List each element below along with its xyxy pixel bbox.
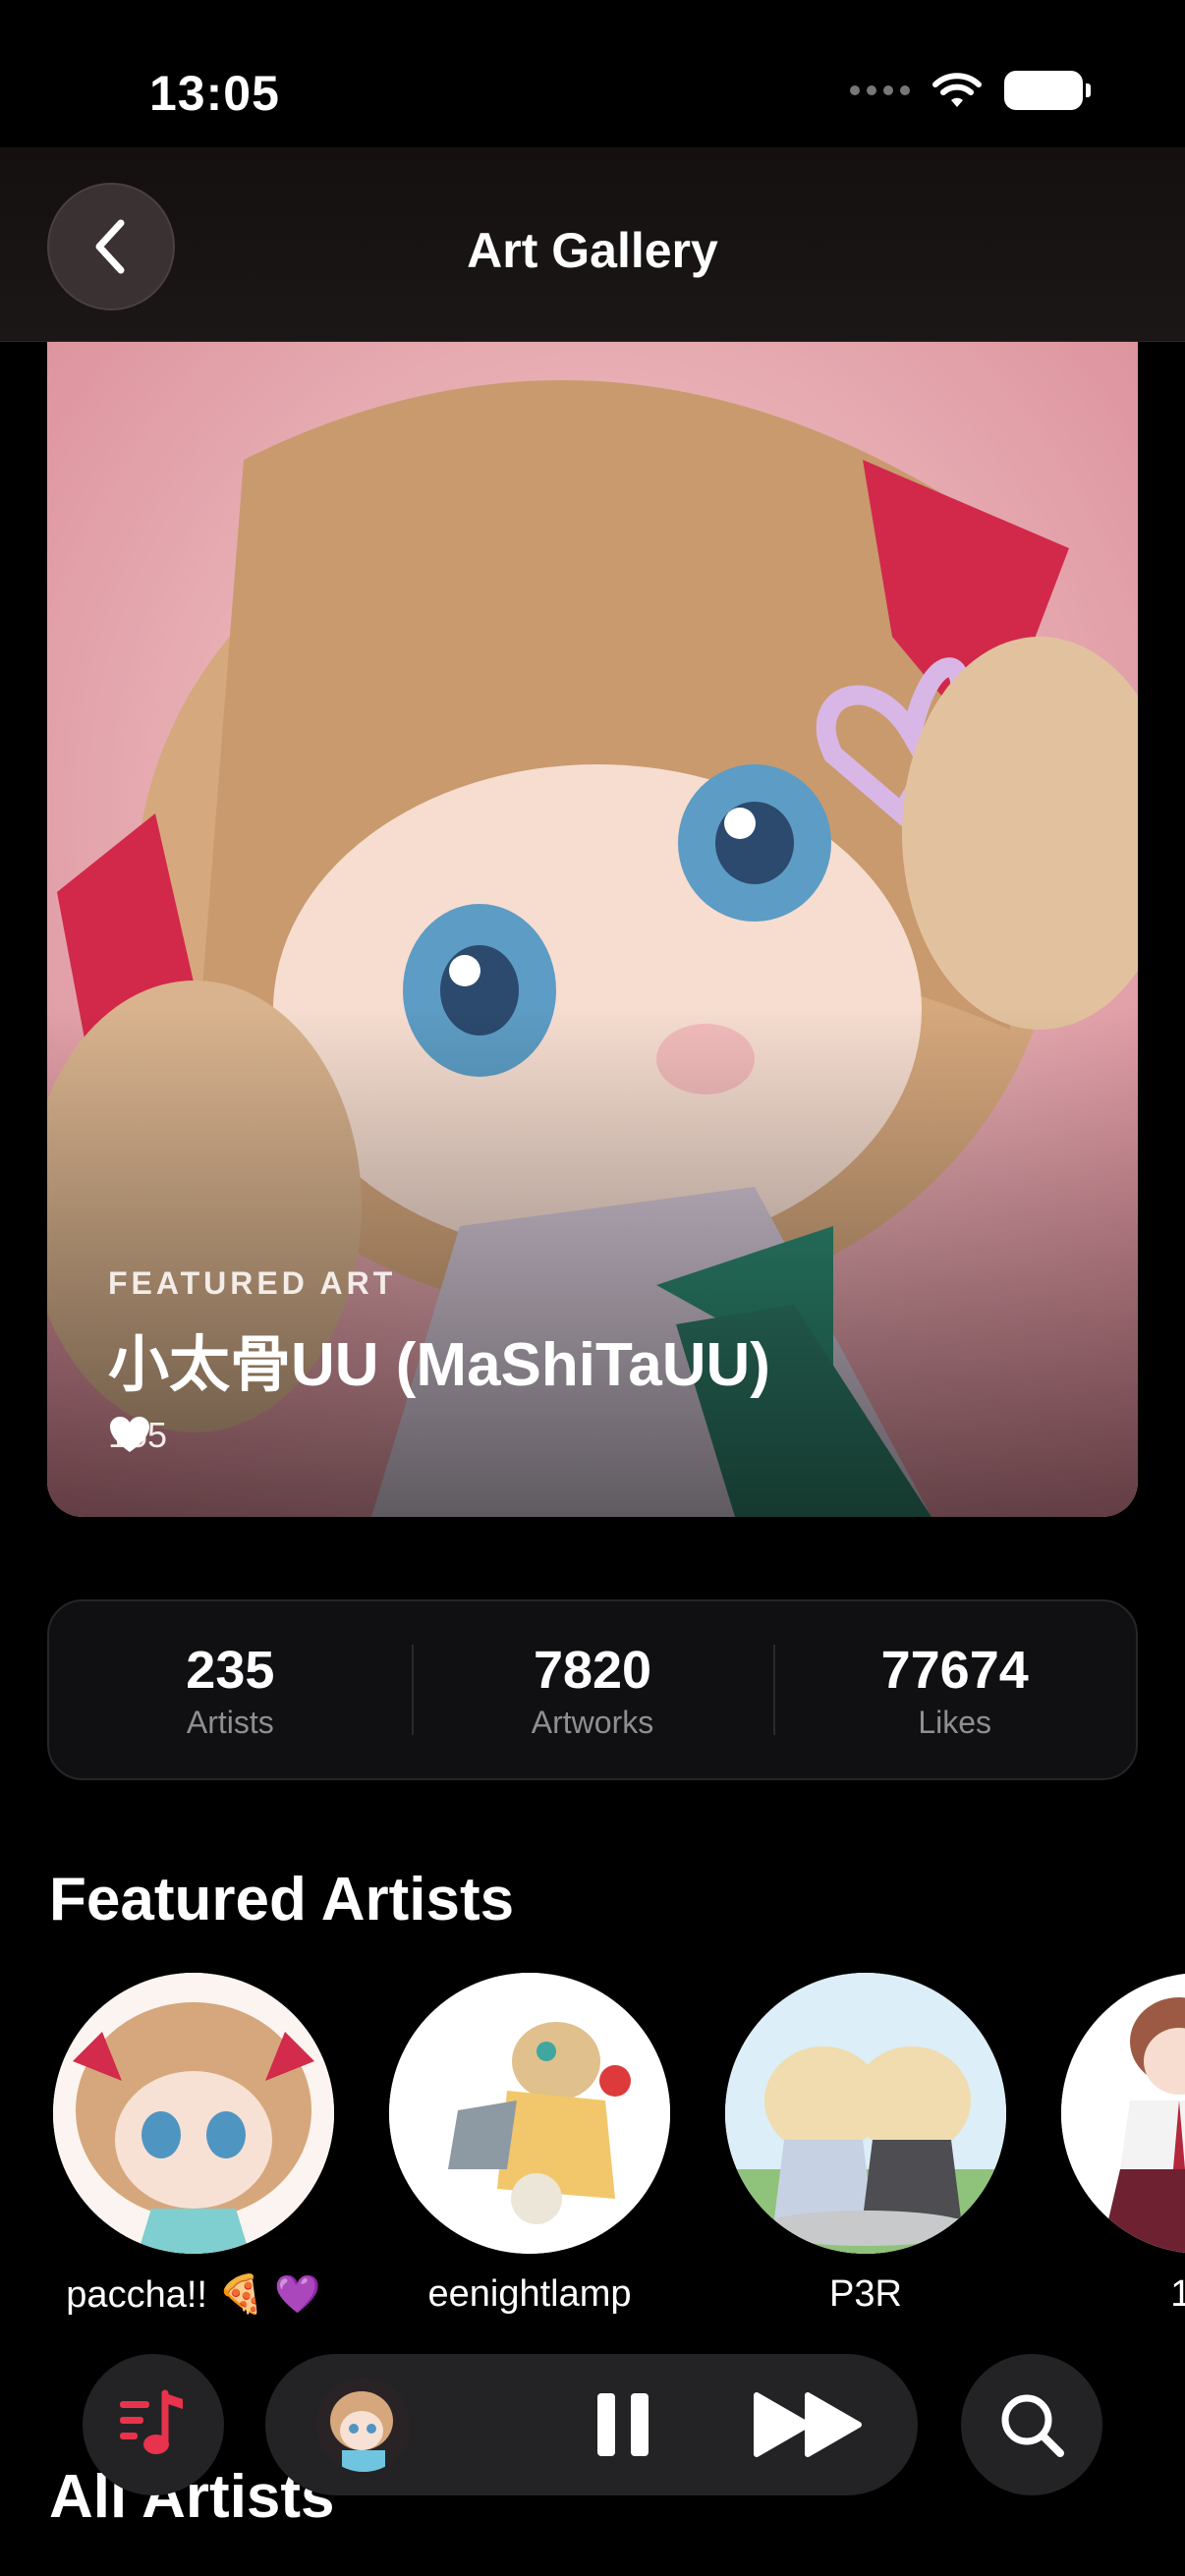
stats-card: 235 Artists 7820 Artworks 77674 Likes <box>47 1599 1138 1780</box>
page-title: Art Gallery <box>467 223 718 278</box>
stat-label: Artists <box>186 1704 274 1740</box>
search-icon <box>1001 2394 1064 2457</box>
artist-card-p3r[interactable]: P3R <box>723 1973 1008 2316</box>
nav-bar: Art Gallery <box>0 147 1185 342</box>
pause-button[interactable] <box>593 2389 652 2460</box>
avatar <box>1061 1973 1185 2254</box>
featured-artists-heading: Featured Artists <box>49 1866 515 1933</box>
avatar <box>53 1973 334 2254</box>
artist-name: eenightlamp <box>427 2273 632 2315</box>
stat-value: 77674 <box>880 1640 1029 1700</box>
hero-overlay <box>47 1006 1138 1517</box>
music-library-button[interactable] <box>83 2354 224 2495</box>
featured-art-label: FEATURED ART <box>108 1265 397 1301</box>
artist-card-eenightlamp[interactable]: eenightlamp <box>387 1973 672 2316</box>
status-icons <box>850 71 1091 110</box>
wifi-icon <box>932 73 982 107</box>
search-button[interactable] <box>961 2354 1102 2495</box>
status-bar: 13:05 <box>0 0 1185 147</box>
stat-value: 7820 <box>533 1640 652 1700</box>
next-track-button[interactable] <box>753 2389 865 2460</box>
music-note-icon <box>120 2389 183 2454</box>
stat-label: Artworks <box>531 1704 654 1740</box>
mini-player[interactable] <box>265 2354 918 2495</box>
artist-name: paccha!! 🍕 💜 <box>66 2274 321 2316</box>
featured-art-card[interactable]: FEATURED ART 小太骨UU (MaShiTaUU) 155 <box>47 342 1138 1517</box>
artist-card-109[interactable]: 109 <box>1059 1973 1185 2316</box>
featured-likes: 155 <box>108 1415 167 1456</box>
stat-value: 235 <box>186 1640 275 1700</box>
now-playing-artwork[interactable] <box>316 2378 411 2472</box>
cellular-signal-icon <box>850 85 910 95</box>
featured-artists-carousel[interactable]: paccha!! 🍕 💜 eenightlamp P3R 1 <box>0 1973 1185 2336</box>
artist-card-paccha[interactable]: paccha!! 🍕 💜 <box>51 1973 336 2317</box>
battery-icon <box>1004 71 1091 110</box>
stat-likes: 77674 Likes <box>773 1601 1136 1778</box>
heart-icon <box>110 1417 149 1452</box>
pause-icon <box>597 2393 649 2456</box>
fast-forward-icon <box>754 2392 862 2457</box>
avatar <box>389 1973 670 2254</box>
featured-artist-name: 小太骨UU (MaShiTaUU) <box>108 1331 770 1399</box>
avatar <box>725 1973 1006 2254</box>
stat-artworks: 7820 Artworks <box>411 1601 774 1778</box>
stat-artists: 235 Artists <box>49 1601 412 1778</box>
stat-label: Likes <box>918 1704 992 1740</box>
artist-name: P3R <box>829 2273 902 2315</box>
status-time: 13:05 <box>149 66 280 121</box>
artist-name: 109 <box>1170 2273 1185 2315</box>
